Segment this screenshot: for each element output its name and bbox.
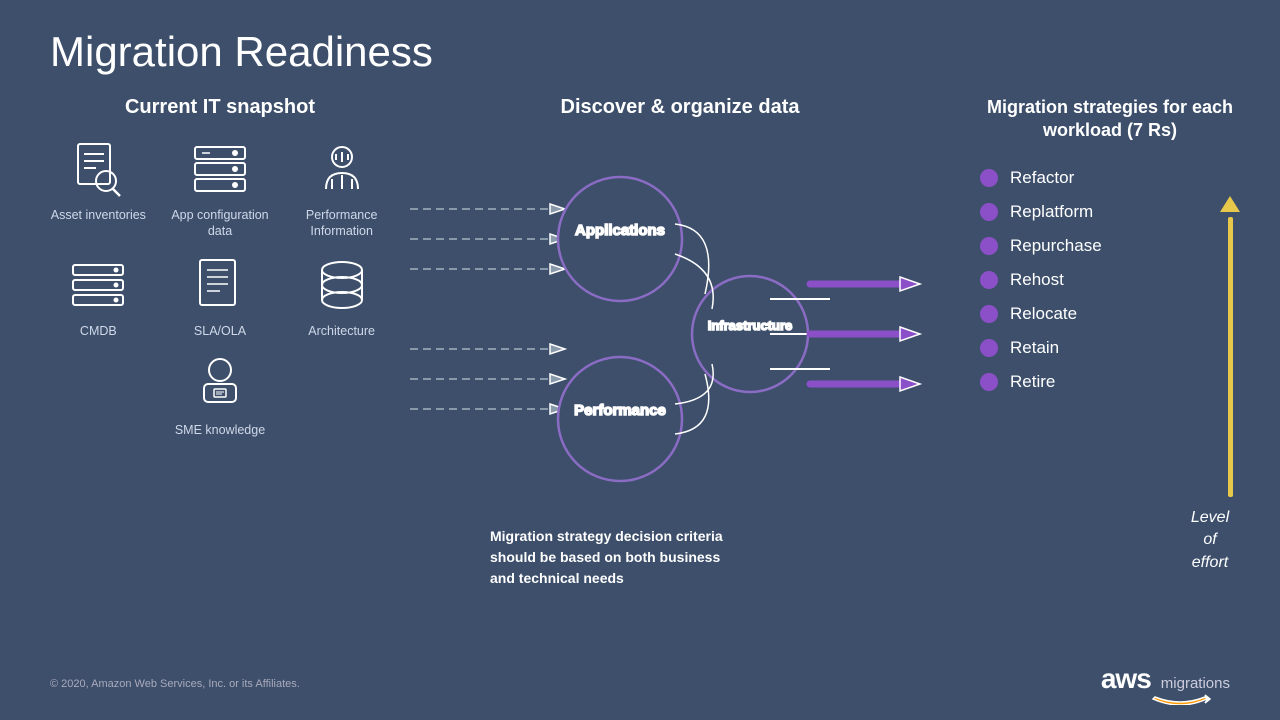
strategy-label-relocate: Relocate (1010, 304, 1077, 324)
svg-text:Applications: Applications (575, 222, 665, 239)
it-item-asset-inventories: Asset inventories (40, 139, 157, 240)
it-items-grid: Asset inventories App configuration dat (30, 139, 410, 438)
strategy-label-rehost: Rehost (1010, 270, 1064, 290)
strategy-label-refactor: Refactor (1010, 168, 1074, 188)
strategy-replatform: Replatform (980, 202, 1102, 222)
copyright-text: © 2020, Amazon Web Services, Inc. or its… (50, 678, 300, 690)
cmdb-icon (68, 255, 128, 315)
it-item-sme-knowledge: SME knowledge (162, 354, 279, 438)
diagram-area: Applications Performance Infrastructure (410, 149, 950, 599)
it-item-app-config: App configuration data (162, 139, 279, 240)
strategy-retain: Retain (980, 338, 1102, 358)
migrations-text: migrations (1161, 675, 1230, 692)
it-item-sla-ola: SLA/OLA (162, 255, 279, 339)
middle-section: Discover & organize data (410, 96, 950, 656)
note-text: Migration strategy decision criteria sho… (490, 526, 740, 589)
left-section-title: Current IT snapshot (30, 96, 410, 119)
strategy-repurchase: Repurchase (980, 236, 1102, 256)
level-of-effort-label: Levelofeffort (1191, 507, 1229, 574)
dot-retain (980, 339, 998, 357)
arrow-up-icon (1220, 196, 1240, 212)
sla-ola-label: SLA/OLA (194, 323, 246, 339)
level-of-effort: Levelofeffort (1220, 196, 1240, 574)
middle-section-title: Discover & organize data (410, 96, 950, 119)
footer: © 2020, Amazon Web Services, Inc. or its… (50, 663, 1230, 705)
dot-replatform (980, 203, 998, 221)
strategy-relocate: Relocate (980, 304, 1102, 324)
perf-info-icon (312, 139, 372, 199)
dot-refactor (980, 169, 998, 187)
dot-relocate (980, 305, 998, 323)
it-item-perf-info: Performance Information (283, 139, 400, 240)
strategy-label-replatform: Replatform (1010, 202, 1093, 222)
aws-logo: aws migrations (1101, 663, 1230, 705)
left-section: Current IT snapshot Asset inventories (30, 96, 410, 656)
architecture-label: Architecture (308, 323, 375, 339)
strategy-label-retain: Retain (1010, 338, 1059, 358)
sla-ola-icon (190, 255, 250, 315)
strategy-label-retire: Retire (1010, 372, 1055, 392)
vertical-line (1228, 217, 1233, 497)
architecture-icon (312, 255, 372, 315)
app-config-icon (190, 139, 250, 199)
app-config-label: App configuration data (162, 207, 279, 240)
right-section-title: Migration strategies for each workload (… (970, 96, 1250, 143)
strategy-label-repurchase: Repurchase (1010, 236, 1102, 256)
asset-inventories-icon (68, 139, 128, 199)
it-item-cmdb: CMDB (40, 255, 157, 339)
dot-retire (980, 373, 998, 391)
aws-brand-text: aws (1101, 663, 1151, 695)
strategies-list: Refactor Replatform Repurchase Rehost Re… (970, 168, 1102, 392)
right-section: Migration strategies for each workload (… (950, 96, 1250, 656)
page-title: Migration Readiness (0, 0, 1280, 86)
asset-inventories-label: Asset inventories (51, 207, 146, 223)
cmdb-label: CMDB (80, 323, 117, 339)
svg-text:Infrastructure: Infrastructure (708, 318, 793, 333)
strategy-rehost: Rehost (980, 270, 1102, 290)
dot-repurchase (980, 237, 998, 255)
dot-rehost (980, 271, 998, 289)
perf-info-label: Performance Information (283, 207, 400, 240)
svg-text:Performance: Performance (574, 402, 666, 419)
sme-knowledge-label: SME knowledge (175, 422, 265, 438)
it-item-architecture: Architecture (283, 255, 400, 339)
strategy-retire: Retire (980, 372, 1102, 392)
sme-knowledge-icon (190, 354, 250, 414)
strategy-refactor: Refactor (980, 168, 1102, 188)
